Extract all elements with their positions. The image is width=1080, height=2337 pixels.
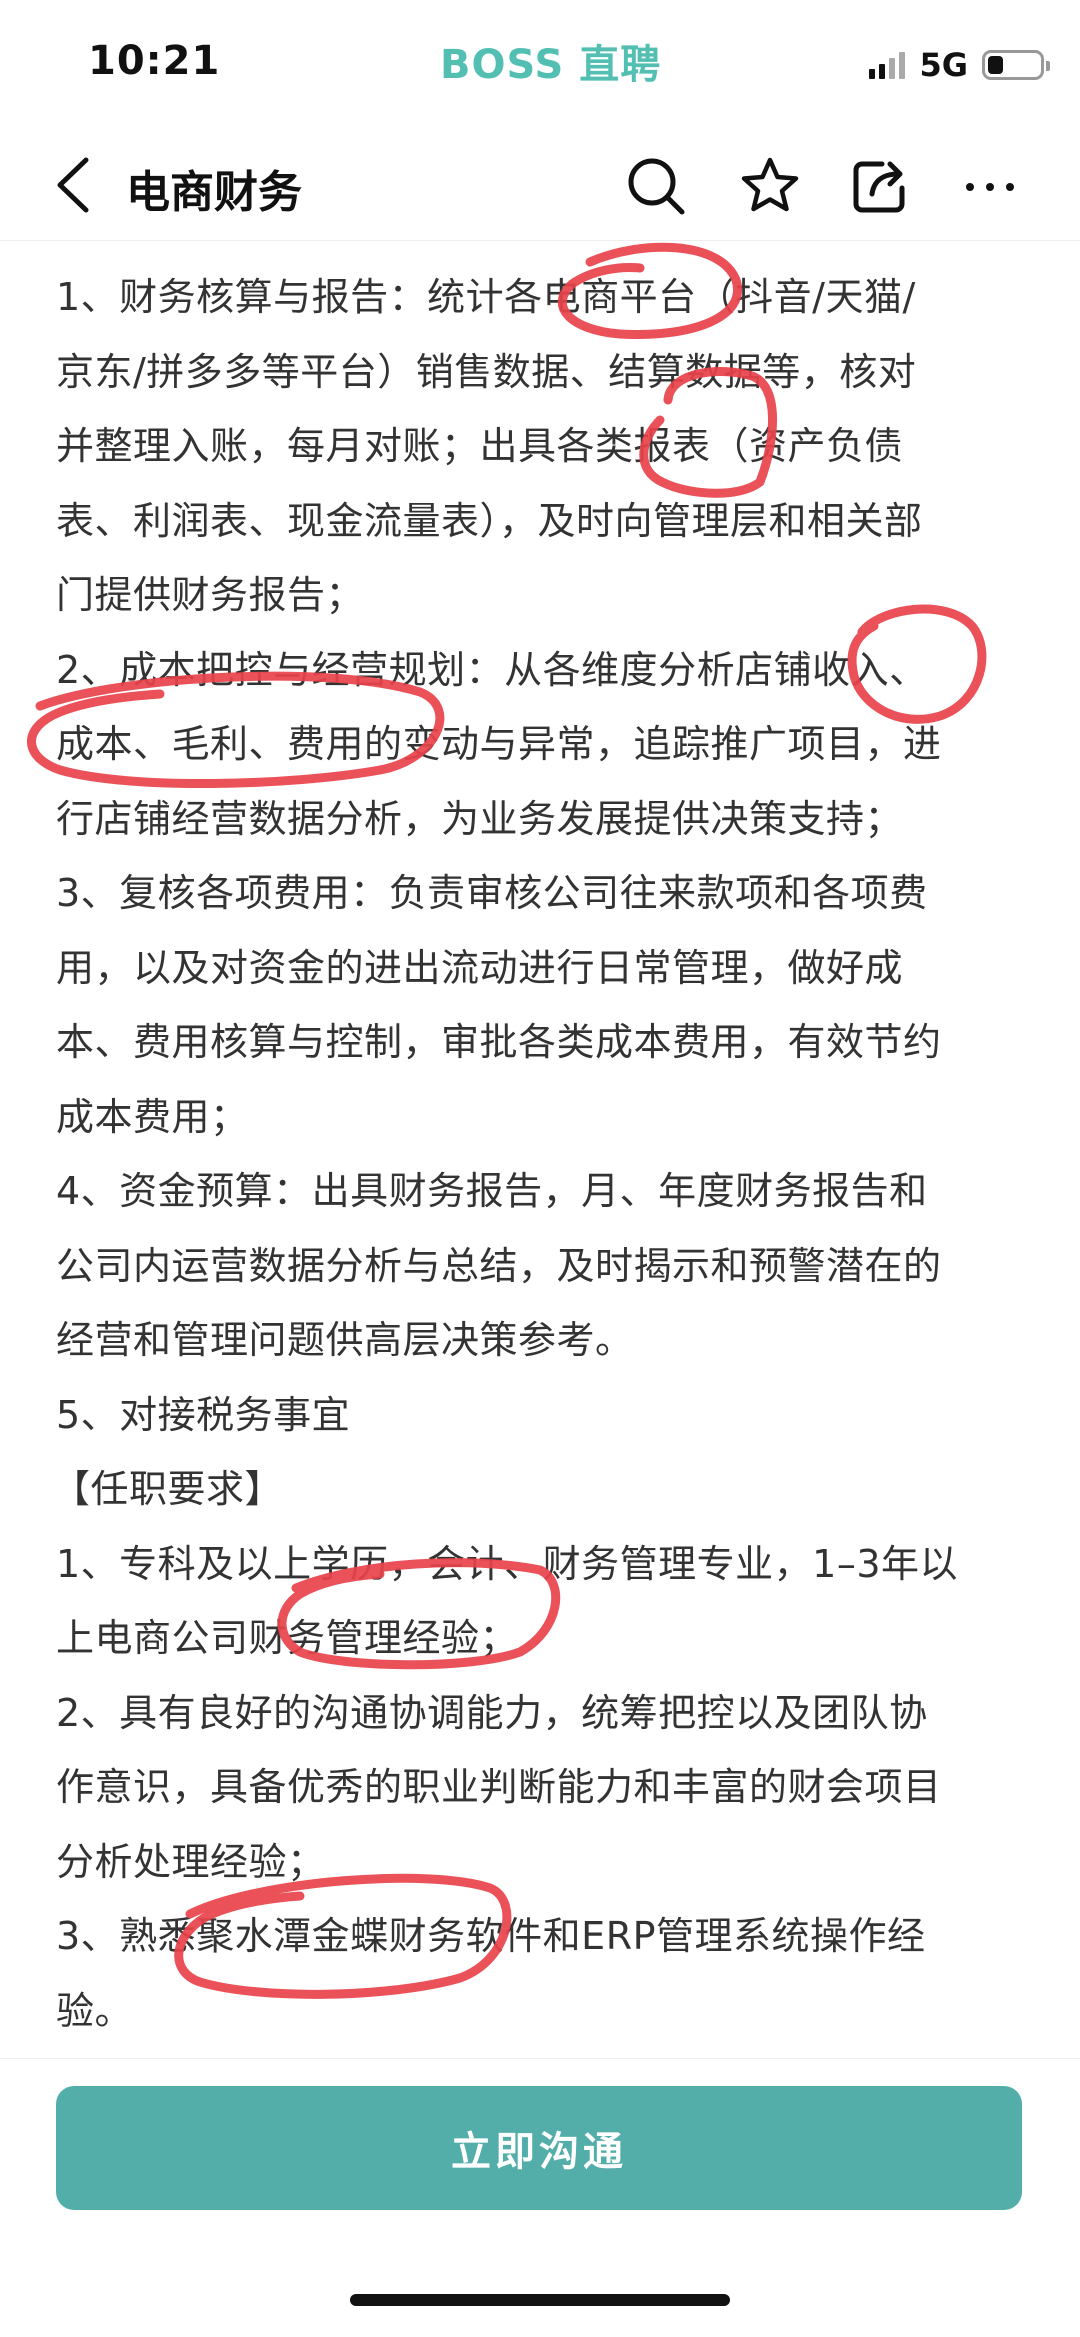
status-brand: BOSS 直聘	[440, 42, 662, 88]
description-line: 作意识，具备优秀的职业判断能力和丰富的财会项目	[56, 1765, 942, 1809]
share-icon[interactable]	[848, 154, 912, 218]
description-line: 2、成本把控与经营规划：从各维度分析店铺收入、	[56, 647, 928, 692]
description-line: 1、专科及以上学历，会计、财务管理专业，1–3年以	[56, 1541, 959, 1586]
chevron-left-icon[interactable]	[48, 152, 108, 218]
description-line: 并整理入账，每月对账；出具各类报表（资产负债	[56, 424, 904, 468]
status-indicators: 5G	[869, 46, 1050, 84]
description-line: 3、熟悉聚水潭金蝶财务软件和ERP管理系统操作经	[56, 1914, 926, 1958]
network-type: 5G	[919, 46, 968, 84]
description-line: 京东/拼多多等平台）销售数据、结算数据等，核对	[56, 349, 917, 394]
description-line: 成本费用；	[56, 1094, 249, 1139]
job-description: 1、财务核算与报告：统计各电商平台（抖音/天猫/ 京东/拼多多等平台）销售数据、…	[56, 260, 1032, 2050]
more-icon[interactable]	[958, 154, 1022, 218]
requirements-heading: 【任职要求】	[56, 1467, 284, 1511]
description-line: 本、费用核算与控制，审批各类成本费用，有效节约	[56, 1020, 942, 1064]
description-line: 表、利润表、现金流量表），及时向管理层和相关部	[56, 498, 923, 543]
description-line: 4、资金预算：出具财务报告，月、年度财务报告和	[56, 1169, 928, 1213]
bottom-divider	[0, 2058, 1080, 2059]
description-line: 分析处理经验；	[56, 1839, 326, 1884]
description-line: 上电商公司财务管理经验；	[56, 1616, 519, 1660]
description-line: 成本、毛利、费用的变动与异常，追踪推广项目，进	[56, 722, 942, 766]
description-line: 2、具有良好的沟通协调能力，统筹把控以及团队协	[56, 1690, 928, 1735]
description-line: 门提供财务报告；	[56, 573, 365, 617]
status-bar: 10:21 BOSS 直聘 5G	[0, 0, 1080, 130]
battery-fill	[988, 56, 1003, 74]
signal-icon	[869, 51, 906, 79]
chat-now-button[interactable]: 立即沟通	[56, 2086, 1022, 2210]
battery-icon	[982, 50, 1050, 80]
description-line: 1、财务核算与报告：统计各电商平台（抖音/天猫/	[56, 275, 916, 319]
description-line: 验。	[56, 1988, 134, 2033]
page-title: 电商财务	[126, 167, 302, 218]
search-icon[interactable]	[624, 154, 688, 218]
description-line: 行店铺经营数据分析，为业务发展提供决策支持；	[56, 796, 904, 841]
description-line: 公司内运营数据分析与总结，及时揭示和预警潜在的	[56, 1243, 942, 1288]
status-time: 10:21	[88, 38, 221, 84]
home-indicator	[350, 2294, 730, 2306]
description-line: 用，以及对资金的进出流动进行日常管理，做好成	[56, 945, 904, 990]
description-line: 经营和管理问题供高层决策参考。	[56, 1318, 634, 1362]
star-icon[interactable]	[738, 154, 802, 218]
nav-bar: 电商财务	[0, 130, 1080, 241]
description-line: 5、对接税务事宜	[56, 1392, 351, 1437]
description-line: 3、复核各项费用：负责审核公司往来款项和各项费	[56, 871, 928, 915]
